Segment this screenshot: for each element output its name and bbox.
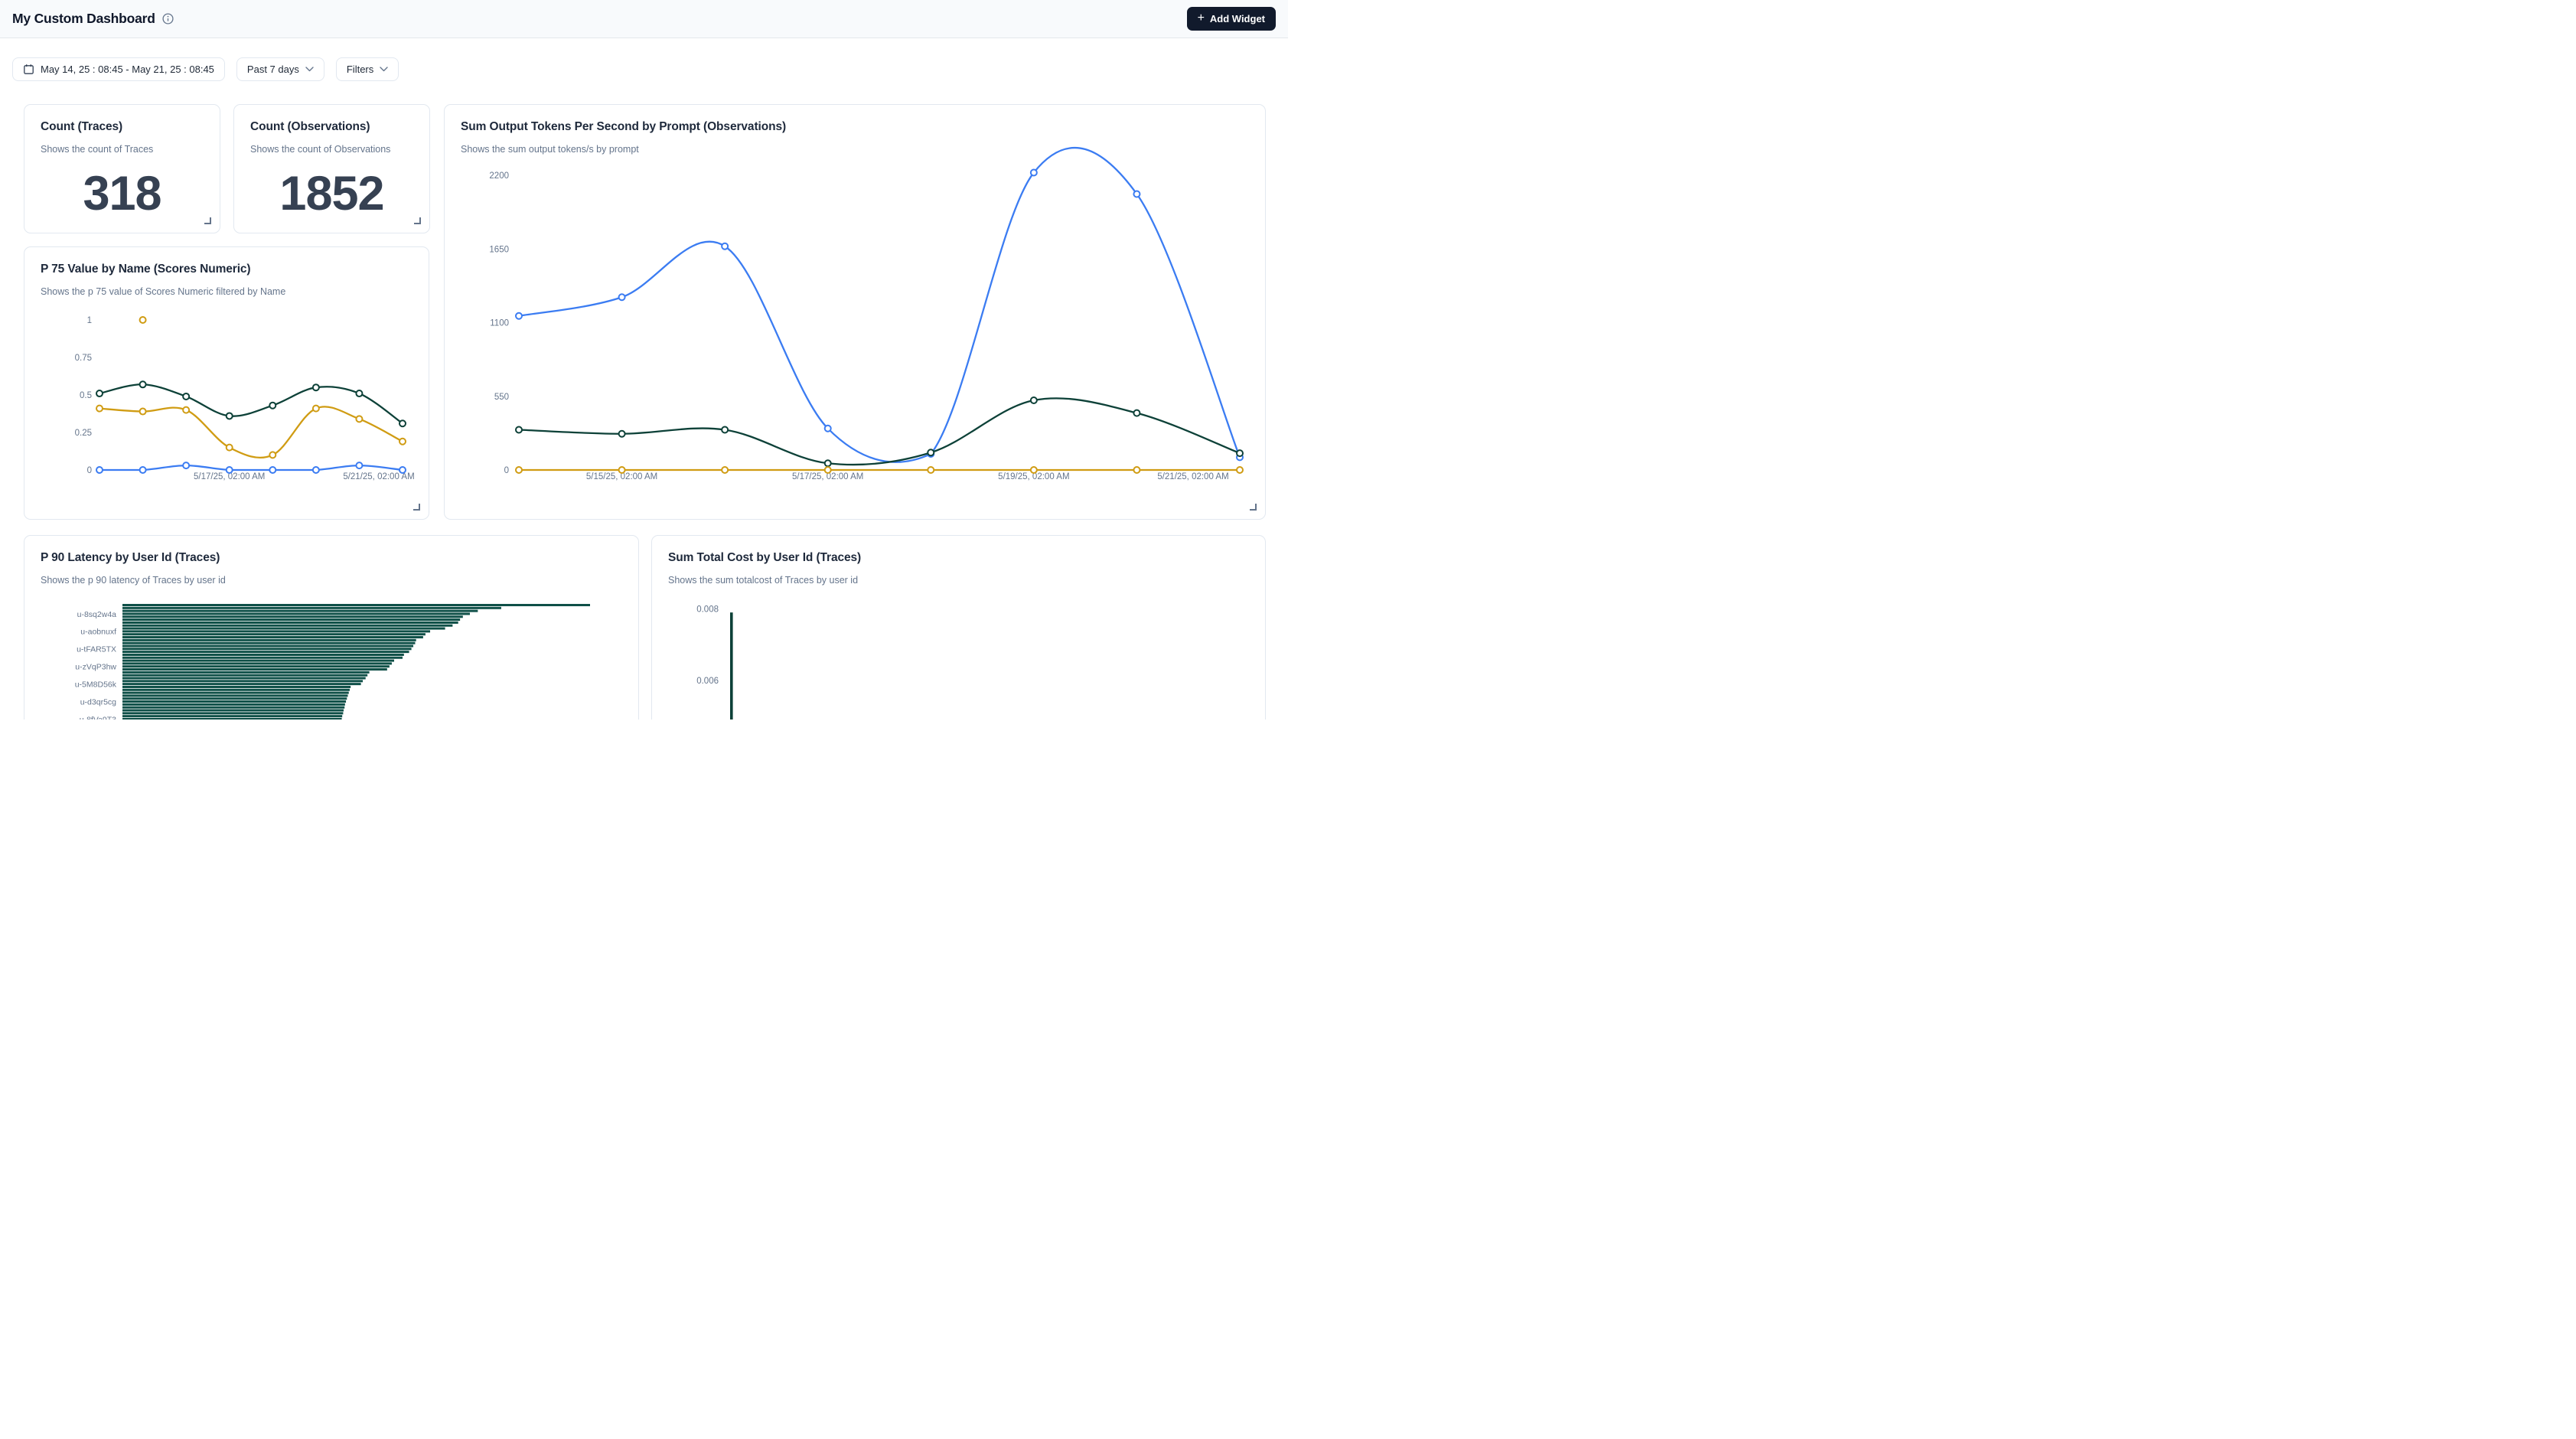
timeframe-label: Past 7 days bbox=[247, 64, 299, 75]
widget-subtitle: Shows the count of Traces bbox=[41, 144, 204, 155]
widget-subtitle: Shows the sum output tokens/s by prompt bbox=[461, 144, 1249, 155]
widget-head: Count (Traces) Shows the count of Traces bbox=[24, 105, 220, 155]
add-widget-button[interactable]: + Add Widget bbox=[1187, 7, 1276, 31]
svg-text:5/15/25, 02:00 AM: 5/15/25, 02:00 AM bbox=[586, 472, 657, 481]
svg-text:u-zVqP3hw: u-zVqP3hw bbox=[75, 663, 116, 672]
widget-tokens-per-second-chart: Sum Output Tokens Per Second by Prompt (… bbox=[444, 104, 1266, 520]
filters-label: Filters bbox=[347, 64, 373, 75]
svg-text:1: 1 bbox=[87, 316, 92, 325]
svg-text:u-8fVa9T3: u-8fVa9T3 bbox=[80, 715, 116, 720]
svg-text:5/19/25, 02:00 AM: 5/19/25, 02:00 AM bbox=[998, 472, 1069, 481]
svg-text:5/21/25, 02:00 AM: 5/21/25, 02:00 AM bbox=[343, 472, 414, 481]
metric-wrap: 1852 bbox=[234, 155, 429, 233]
svg-text:5/17/25, 02:00 AM: 5/17/25, 02:00 AM bbox=[792, 472, 863, 481]
svg-text:0.006: 0.006 bbox=[696, 677, 719, 686]
filters-button[interactable]: Filters bbox=[336, 57, 399, 81]
widget-title: Count (Traces) bbox=[41, 120, 204, 134]
svg-text:u-5M8D56k: u-5M8D56k bbox=[75, 680, 117, 689]
svg-text:2200: 2200 bbox=[489, 171, 509, 181]
page-title: My Custom Dashboard bbox=[12, 11, 155, 27]
metric-value: 318 bbox=[83, 166, 161, 221]
svg-text:u-d3qr5cg: u-d3qr5cg bbox=[80, 697, 116, 706]
widget-title: P 75 Value by Name (Scores Numeric) bbox=[41, 263, 412, 276]
calendar-icon bbox=[23, 64, 34, 75]
resize-handle-icon[interactable] bbox=[414, 217, 421, 224]
widget-subtitle: Shows the p 75 value of Scores Numeric f… bbox=[41, 286, 412, 297]
svg-text:5/21/25, 02:00 AM: 5/21/25, 02:00 AM bbox=[1157, 472, 1228, 481]
widget-subtitle: Shows the count of Observations bbox=[250, 144, 413, 155]
date-range-label: May 14, 25 : 08:45 - May 21, 25 : 08:45 bbox=[41, 64, 214, 75]
widget-head: Count (Observations) Shows the count of … bbox=[234, 105, 429, 155]
info-icon[interactable] bbox=[162, 13, 174, 24]
chevron-down-icon bbox=[305, 67, 314, 72]
resize-handle-icon[interactable] bbox=[1250, 504, 1257, 511]
svg-text:0: 0 bbox=[87, 466, 92, 475]
header: My Custom Dashboard + Add Widget bbox=[0, 0, 1288, 38]
svg-text:0: 0 bbox=[504, 466, 509, 475]
widget-title: Count (Observations) bbox=[250, 120, 413, 134]
plus-icon: + bbox=[1198, 12, 1205, 24]
widget-title: Sum Output Tokens Per Second by Prompt (… bbox=[461, 120, 1249, 134]
widget-title: P 90 Latency by User Id (Traces) bbox=[41, 551, 622, 565]
widget-title: Sum Total Cost by User Id (Traces) bbox=[668, 551, 1249, 565]
timeframe-select[interactable]: Past 7 days bbox=[236, 57, 324, 81]
widget-subtitle: Shows the sum totalcost of Traces by use… bbox=[668, 575, 1249, 586]
widget-count-traces: Count (Traces) Shows the count of Traces… bbox=[24, 104, 220, 233]
svg-text:0.75: 0.75 bbox=[75, 354, 92, 363]
widget-head: P 90 Latency by User Id (Traces) Shows t… bbox=[24, 536, 638, 586]
svg-text:1650: 1650 bbox=[489, 245, 509, 254]
svg-text:0.5: 0.5 bbox=[80, 391, 92, 400]
svg-text:u-aobnuxf: u-aobnuxf bbox=[80, 628, 116, 637]
svg-text:u-8sq2w4a: u-8sq2w4a bbox=[77, 610, 117, 619]
svg-text:5/17/25, 02:00 AM: 5/17/25, 02:00 AM bbox=[194, 472, 265, 481]
metric-value: 1852 bbox=[279, 166, 383, 221]
svg-text:0.25: 0.25 bbox=[75, 429, 92, 438]
svg-text:1100: 1100 bbox=[490, 319, 509, 328]
widget-head: Sum Total Cost by User Id (Traces) Shows… bbox=[652, 536, 1265, 586]
dashboard-page: My Custom Dashboard + Add Widget May 14,… bbox=[0, 0, 1288, 720]
toolbar: May 14, 25 : 08:45 - May 21, 25 : 08:45 … bbox=[12, 57, 399, 81]
widget-p75-scores-chart: P 75 Value by Name (Scores Numeric) Show… bbox=[24, 246, 429, 520]
date-range-button[interactable]: May 14, 25 : 08:45 - May 21, 25 : 08:45 bbox=[12, 57, 225, 81]
widget-head: P 75 Value by Name (Scores Numeric) Show… bbox=[24, 247, 429, 297]
widget-count-observations: Count (Observations) Shows the count of … bbox=[233, 104, 430, 233]
widget-p90-latency-chart: P 90 Latency by User Id (Traces) Shows t… bbox=[24, 535, 639, 720]
metric-wrap: 318 bbox=[24, 155, 220, 233]
widget-head: Sum Output Tokens Per Second by Prompt (… bbox=[445, 105, 1265, 155]
resize-handle-icon[interactable] bbox=[204, 217, 211, 224]
tokens-line-chart: 0 550 1100 1650 2200 5/15/25, 02:00 AM 5/17/25… bbox=[445, 105, 1267, 520]
svg-text:550: 550 bbox=[494, 393, 509, 402]
add-widget-label: Add Widget bbox=[1210, 13, 1265, 24]
resize-handle-icon[interactable] bbox=[413, 504, 420, 511]
svg-text:0.008: 0.008 bbox=[696, 605, 719, 615]
widget-subtitle: Shows the p 90 latency of Traces by user… bbox=[41, 575, 622, 586]
svg-text:u-tFAR5TX: u-tFAR5TX bbox=[77, 645, 116, 654]
chevron-down-icon bbox=[380, 67, 388, 72]
widget-total-cost-chart: Sum Total Cost by User Id (Traces) Shows… bbox=[651, 535, 1266, 720]
